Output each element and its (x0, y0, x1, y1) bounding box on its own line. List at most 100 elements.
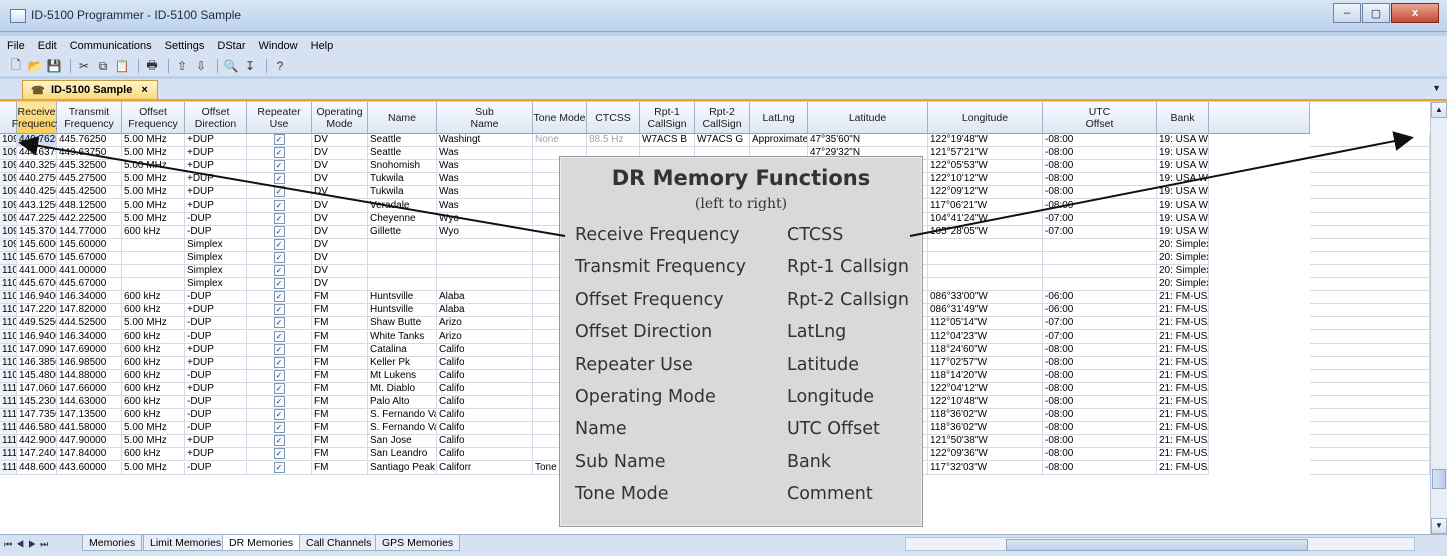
comment-cell[interactable] (1310, 382, 1430, 396)
grid-cell[interactable]: 442.90000 (17, 435, 57, 449)
grid-cell[interactable] (122, 265, 185, 279)
grid-cell[interactable]: DV (312, 251, 368, 265)
comment-cell[interactable] (1310, 225, 1430, 239)
grid-cell[interactable]: +DUP (185, 173, 247, 187)
grid-cell[interactable]: 441.00000 (17, 265, 57, 279)
repeater-use-checkbox[interactable]: ✓ (247, 173, 312, 187)
column-header[interactable]: Latitude (808, 102, 928, 134)
grid-cell[interactable]: 19: USA West (1157, 173, 1209, 187)
grid-cell[interactable]: 146.38500 (17, 356, 57, 370)
comment-cell[interactable] (1310, 343, 1430, 357)
comment-cell[interactable] (1310, 238, 1430, 252)
grid-cell[interactable]: Santiago Peak (368, 461, 437, 475)
cut-icon[interactable]: ✂ (76, 58, 92, 74)
grid-cell[interactable]: FM (312, 435, 368, 449)
grid-cell[interactable]: -DUP (185, 225, 247, 239)
grid-cell[interactable]: 20: Simplex (1157, 251, 1209, 265)
grid-cell[interactable] (368, 238, 437, 252)
grid-cell[interactable]: -08:00 (1043, 356, 1157, 370)
grid-cell[interactable]: FM (312, 343, 368, 357)
grid-cell[interactable]: 19: USA West (1157, 199, 1209, 213)
grid-cell[interactable]: 147.73500 (17, 409, 57, 423)
grid-cell[interactable]: W7ACS B (640, 134, 695, 148)
repeater-use-checkbox[interactable]: ✓ (247, 448, 312, 462)
grid-cell[interactable]: 443.12500 (17, 199, 57, 213)
grid-cell[interactable]: 19: USA West (1157, 134, 1209, 148)
grid-cell[interactable]: 112°04'23"W (928, 330, 1043, 344)
grid-cell[interactable]: 449.52500 (17, 317, 57, 331)
grid-cell[interactable]: Wyo (437, 212, 533, 226)
checkbox-icon[interactable]: ✓ (273, 265, 285, 276)
menu-edit[interactable]: Edit (31, 40, 63, 52)
grid-cell[interactable]: 600 kHz (122, 304, 185, 318)
comment-cell[interactable] (1310, 369, 1430, 383)
up-icon[interactable]: ⇧ (174, 58, 190, 74)
grid-cell[interactable]: 448.60000 (17, 461, 57, 475)
grid-cell[interactable]: 21: FM-USA (1157, 317, 1209, 331)
grid-cell[interactable]: +DUP (185, 199, 247, 213)
grid-cell[interactable]: DV (312, 278, 368, 292)
grid-cell[interactable]: 105°28'05"W (928, 225, 1043, 239)
grid-cell[interactable]: 145.67000 (17, 251, 57, 265)
grid-cell[interactable]: -07:00 (1043, 212, 1157, 226)
grid-cell[interactable]: Seattle (368, 147, 437, 161)
grid-cell[interactable]: Was (437, 173, 533, 187)
checkbox-icon[interactable]: ✓ (273, 343, 285, 355)
grid-cell[interactable]: Tukwila (368, 186, 437, 200)
repeater-use-checkbox[interactable]: ✓ (247, 238, 312, 252)
grid-cell[interactable]: 147.13500 (57, 409, 122, 423)
scroll-down-icon[interactable]: ▼ (1431, 518, 1447, 534)
grid-cell[interactable]: Califo (437, 343, 533, 357)
column-header[interactable]: Rpt-1 CallSign (640, 102, 695, 134)
grid-cell[interactable]: 5.00 MHz (122, 173, 185, 187)
grid-cell[interactable]: 21: FM-USA (1157, 304, 1209, 318)
column-header[interactable] (1209, 102, 1310, 134)
grid-cell[interactable]: Mt Lukens (368, 369, 437, 383)
grid-cell[interactable] (928, 265, 1043, 279)
grid-cell[interactable]: DV (312, 134, 368, 148)
grid-cell[interactable]: Califo (437, 396, 533, 410)
grid-cell[interactable]: 446.58000 (17, 422, 57, 436)
grid-cell[interactable]: 600 kHz (122, 448, 185, 462)
grid-cell[interactable]: 5.00 MHz (122, 422, 185, 436)
column-header[interactable]: Sub Name (437, 102, 533, 134)
grid-cell[interactable]: Seattle (368, 134, 437, 148)
grid-cell[interactable]: Califo (437, 435, 533, 449)
grid-cell[interactable]: 19: USA West (1157, 160, 1209, 174)
grid-cell[interactable]: 147.66000 (57, 382, 122, 396)
repeater-use-checkbox[interactable]: ✓ (247, 330, 312, 344)
grid-cell[interactable]: 118°24'60"W (928, 343, 1043, 357)
grid-cell[interactable]: Keller Pk (368, 356, 437, 370)
grid-cell[interactable]: 20: Simplex (1157, 278, 1209, 292)
sheet-tab-dr-memories[interactable]: DR Memories (222, 535, 301, 551)
grid-cell[interactable]: 086°31'49"W (928, 304, 1043, 318)
grid-cell[interactable]: -08:00 (1043, 173, 1157, 187)
grid-cell[interactable]: DV (312, 147, 368, 161)
grid-cell[interactable]: 21: FM-USA (1157, 369, 1209, 383)
checkbox-icon[interactable]: ✓ (273, 396, 285, 407)
column-header[interactable]: Repeater Use (247, 102, 312, 134)
repeater-use-checkbox[interactable]: ✓ (247, 317, 312, 331)
comment-cell[interactable] (1310, 409, 1430, 423)
checkbox-icon[interactable]: ✓ (273, 422, 285, 434)
grid-cell[interactable]: S. Fernando Vall (368, 409, 437, 423)
column-header[interactable]: Name (368, 102, 437, 134)
checkbox-icon[interactable]: ✓ (273, 238, 285, 250)
grid-cell[interactable]: Gillette (368, 225, 437, 239)
grid-cell[interactable]: 21: FM-USA (1157, 396, 1209, 410)
grid-cell[interactable]: 122°05'53"W (928, 160, 1043, 174)
grid-cell[interactable]: 600 kHz (122, 369, 185, 383)
repeater-use-checkbox[interactable]: ✓ (247, 356, 312, 370)
grid-cell[interactable]: FM (312, 330, 368, 344)
grid-cell[interactable]: -08:00 (1043, 396, 1157, 410)
column-header[interactable]: Longitude (928, 102, 1043, 134)
grid-cell[interactable] (1043, 278, 1157, 292)
grid-cell[interactable]: 147.06000 (17, 382, 57, 396)
grid-cell[interactable]: 5.00 MHz (122, 160, 185, 174)
comment-cell[interactable] (1310, 147, 1430, 161)
close-tab-icon[interactable]: × (141, 84, 147, 96)
grid-cell[interactable]: 147.84000 (57, 448, 122, 462)
grid-cell[interactable]: 19: USA West (1157, 225, 1209, 239)
grid-cell[interactable]: DV (312, 265, 368, 279)
menu-window[interactable]: Window (252, 40, 304, 52)
